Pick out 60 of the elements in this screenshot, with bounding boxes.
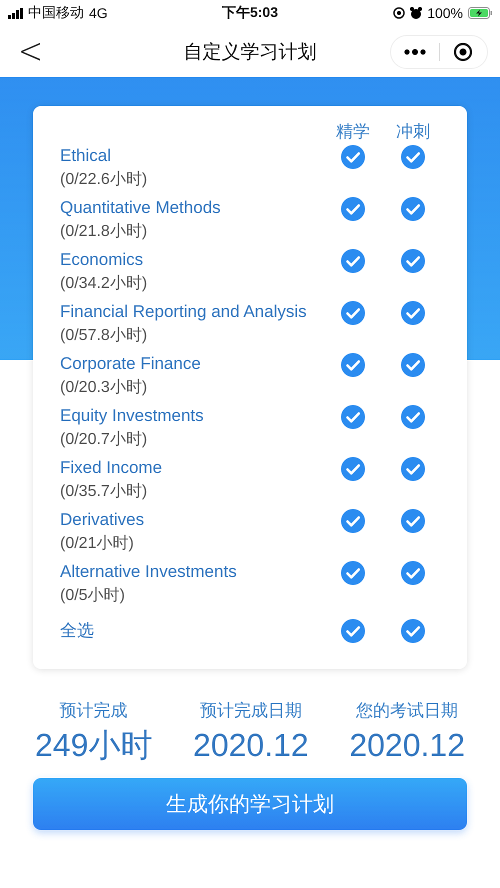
checkbox[interactable]	[401, 145, 425, 169]
checkbox[interactable]	[401, 197, 425, 221]
signal-icon	[8, 8, 23, 18]
checkbox[interactable]	[401, 457, 425, 481]
clock-time: 下午5:03	[222, 4, 278, 22]
checkbox[interactable]	[341, 509, 365, 533]
subject-hours: (0/21小时)	[60, 534, 135, 554]
checkbox[interactable]	[341, 353, 365, 377]
back-button[interactable]: <	[14, 30, 48, 72]
subject-hours: (0/57.8小时)	[60, 326, 148, 346]
alarm-icon	[410, 7, 422, 19]
network-type: 4G	[89, 5, 108, 21]
checkbox[interactable]	[341, 249, 365, 273]
summary-value: 2020.12	[349, 728, 465, 762]
checkbox[interactable]	[341, 405, 365, 429]
checkbox[interactable]	[341, 197, 365, 221]
subject-name: Ethical	[60, 145, 112, 167]
summary-label: 您的考试日期	[356, 700, 458, 722]
summary-value: 249小时	[35, 728, 152, 762]
checkbox[interactable]	[401, 249, 425, 273]
carrier-name: 中国移动	[28, 4, 84, 22]
subject-name: Financial Reporting and Analysis	[60, 301, 308, 323]
subject-hours: (0/34.2小时)	[60, 274, 148, 294]
checkbox[interactable]	[401, 509, 425, 533]
rotation-lock-icon	[393, 7, 406, 19]
column-header: 冲刺	[395, 121, 431, 143]
summary-label: 预计完成日期	[200, 700, 302, 722]
column-header: 精学	[335, 121, 371, 143]
subject-hours: (0/20.3小时)	[60, 378, 148, 398]
subject-name: Derivatives	[60, 509, 146, 531]
page-title: 自定义学习计划	[184, 42, 316, 62]
subject-hours: (0/35.7小时)	[60, 482, 148, 502]
battery-icon	[468, 7, 492, 19]
summary-label: 预计完成	[60, 700, 128, 722]
checkbox[interactable]	[401, 353, 425, 377]
subject-name: Alternative Investments	[60, 561, 238, 583]
close-icon[interactable]	[453, 42, 474, 62]
select-all-label[interactable]: 全选	[60, 620, 323, 642]
checkbox[interactable]	[401, 301, 425, 325]
more-icon[interactable]	[404, 48, 426, 56]
battery-percent: 100%	[427, 5, 463, 21]
checkbox[interactable]	[401, 619, 425, 643]
checkbox[interactable]	[401, 561, 425, 585]
checkbox[interactable]	[341, 619, 365, 643]
subject-hours: (0/5小时)	[60, 586, 126, 606]
subject-name: Equity Investments	[60, 405, 205, 427]
subject-name: Economics	[60, 249, 144, 271]
checkbox[interactable]	[341, 145, 365, 169]
checkbox[interactable]	[341, 457, 365, 481]
subject-hours: (0/22.6小时)	[60, 170, 148, 190]
subject-name: Fixed Income	[60, 457, 164, 479]
subject-name: Quantitative Methods	[60, 197, 222, 219]
checkbox[interactable]	[341, 301, 365, 325]
checkbox[interactable]	[341, 561, 365, 585]
subject-hours: (0/20.7小时)	[60, 430, 148, 450]
subject-hours: (0/21.8小时)	[60, 222, 148, 242]
checkbox[interactable]	[401, 405, 425, 429]
subject-name: Corporate Finance	[60, 353, 202, 375]
summary-value: 2020.12	[193, 728, 309, 762]
generate-plan-button[interactable]: 生成你的学习计划	[33, 778, 467, 830]
